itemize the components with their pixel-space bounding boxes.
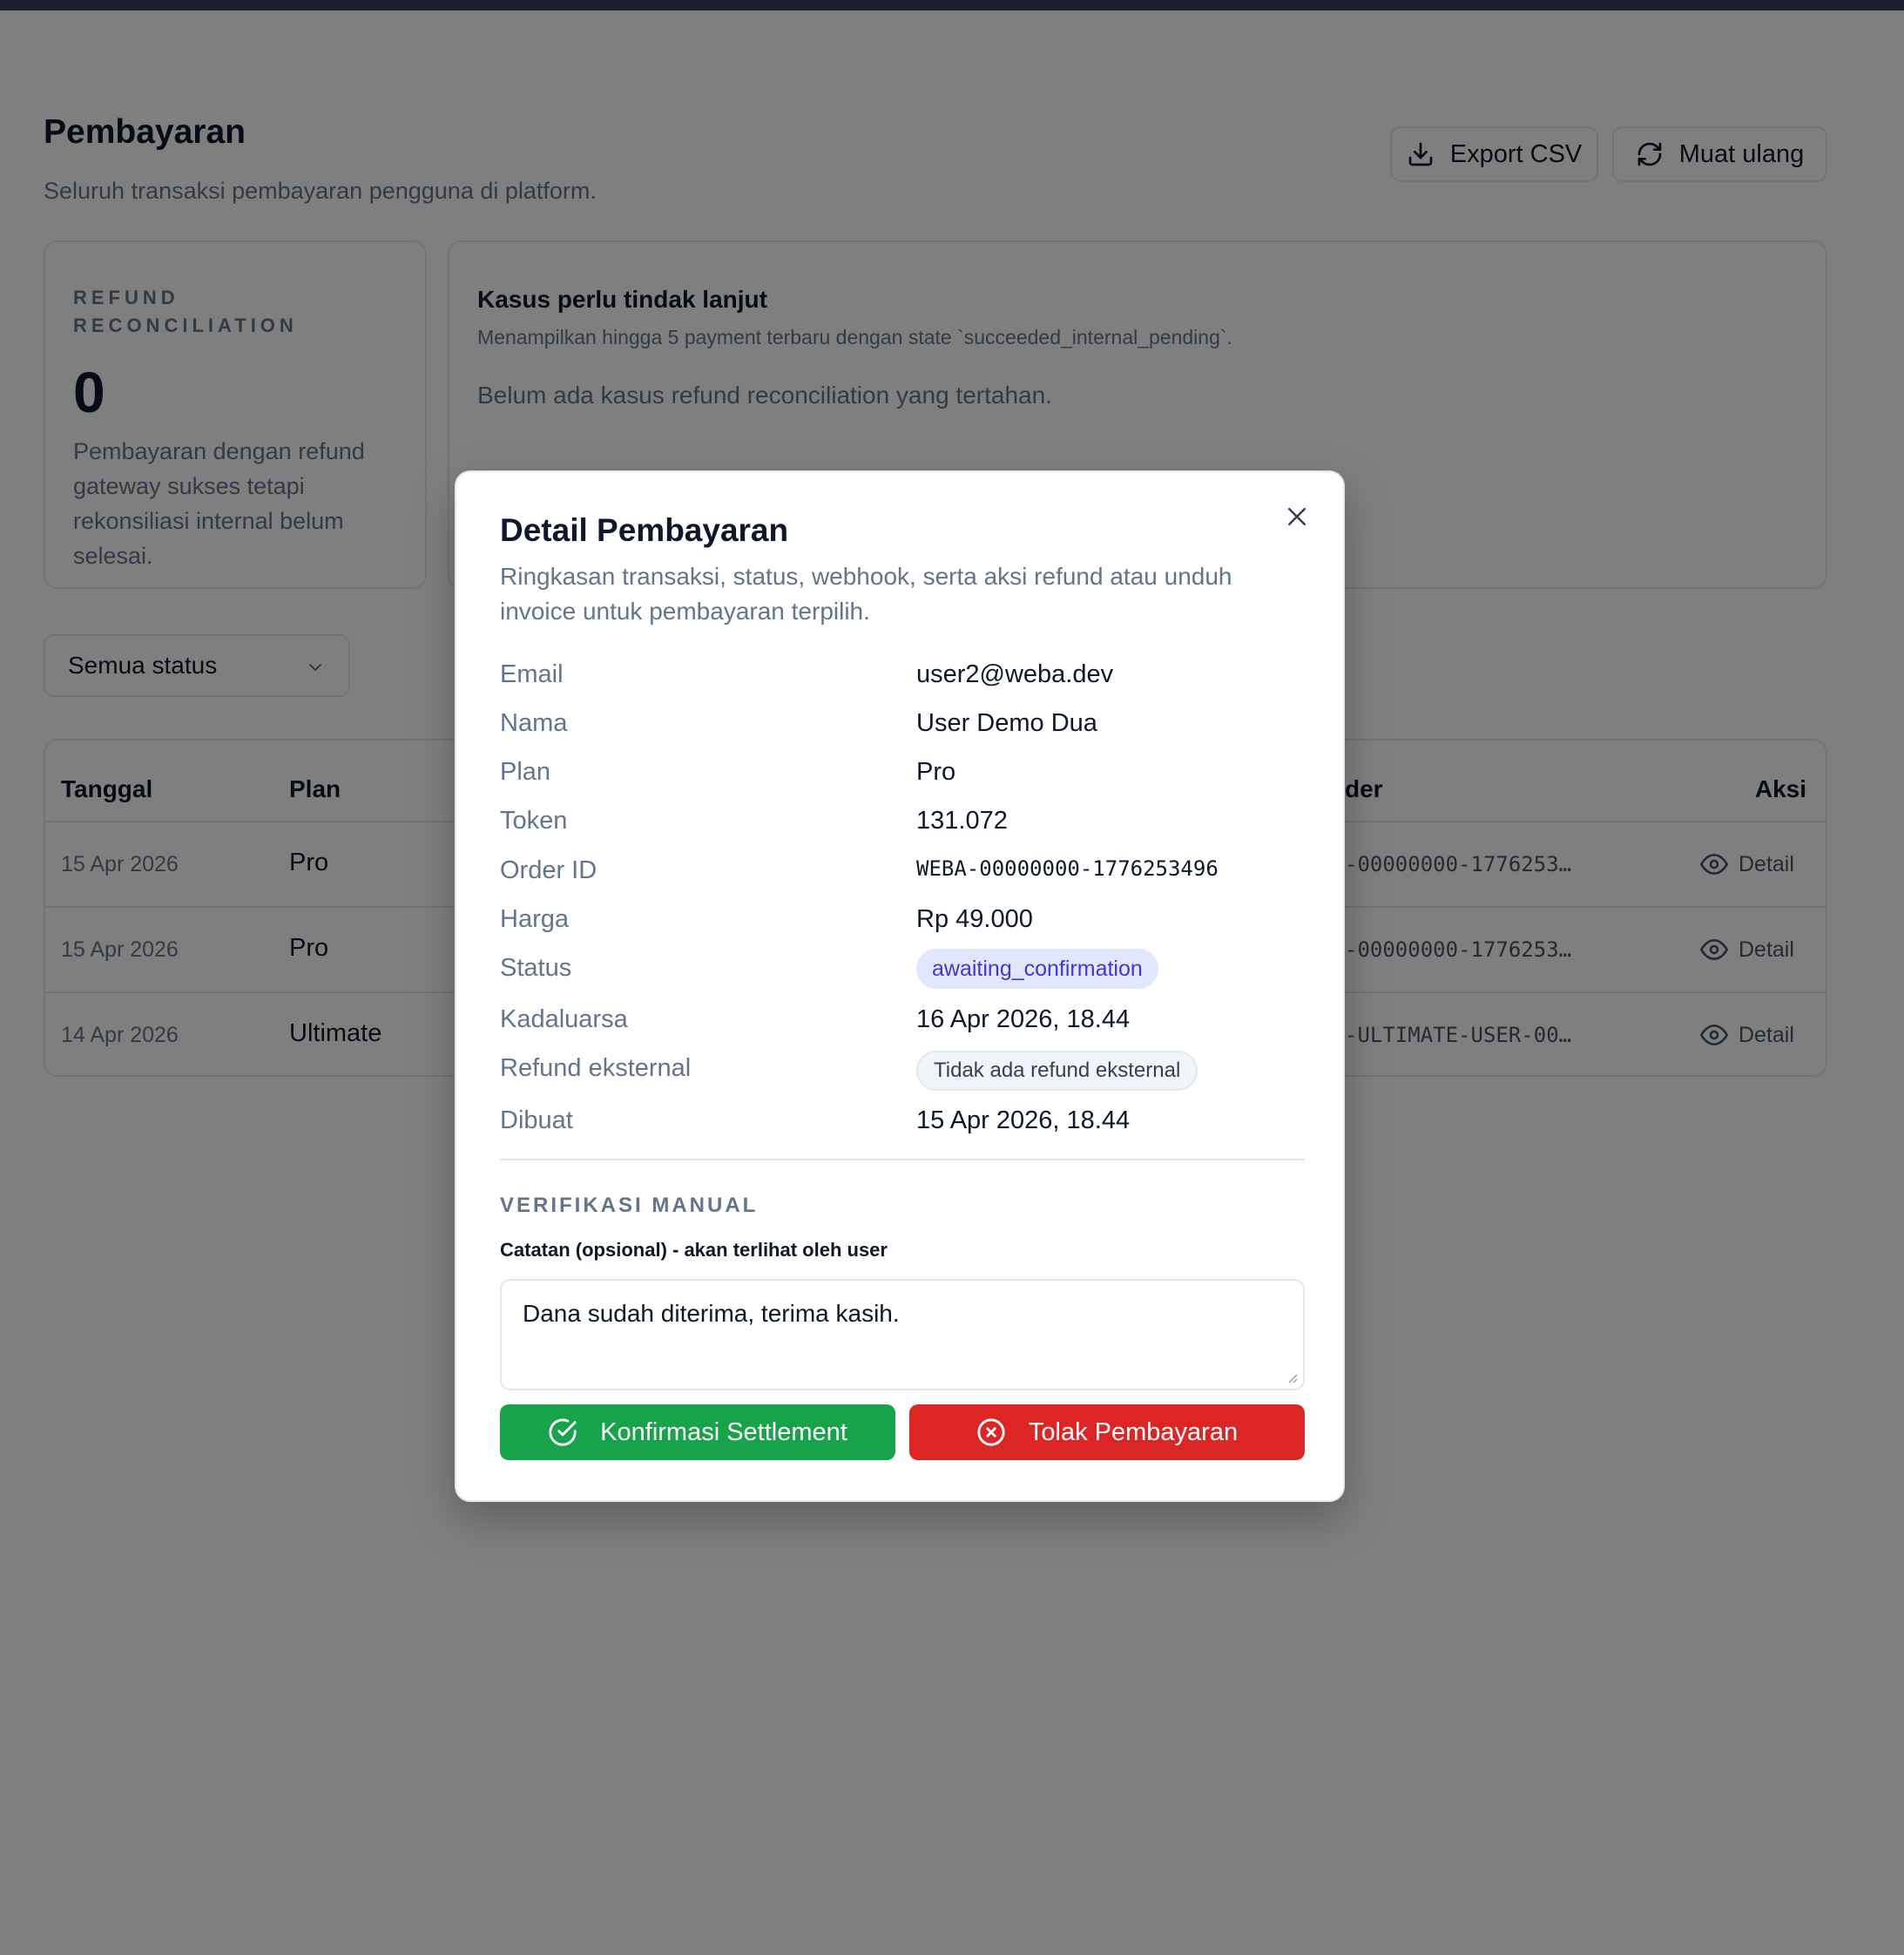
status-badge: awaiting_confirmation — [916, 949, 1158, 989]
email-label: Email — [500, 660, 564, 688]
check-circle-icon — [549, 1418, 577, 1446]
token-value: 131.072 — [916, 807, 1008, 835]
plan-label: Plan — [500, 758, 551, 786]
external-refund-badge: Tidak ada refund eksternal — [916, 1051, 1198, 1091]
order-id-value: WEBA-00000000-1776253496 — [916, 856, 1219, 881]
modal-divider — [500, 1159, 1305, 1160]
price-value: Rp 49.000 — [916, 905, 1033, 933]
x-circle-icon — [977, 1418, 1005, 1446]
close-icon[interactable] — [1284, 504, 1310, 530]
modal-title: Detail Pembayaran — [500, 512, 789, 548]
confirm-settlement-button[interactable]: Konfirmasi Settlement — [500, 1404, 895, 1460]
modal-subtitle: Ringkasan transaksi, status, webhook, se… — [500, 563, 1232, 625]
order-id-label: Order ID — [500, 856, 598, 884]
payment-detail-modal: Detail Pembayaran Ringkasan transaksi, s… — [455, 470, 1345, 1502]
manual-verification-title: VERIFIKASI MANUAL — [500, 1194, 759, 1217]
created-label: Dibuat — [500, 1106, 573, 1134]
status-label: Status — [500, 954, 572, 982]
email-value: user2@weba.dev — [916, 660, 1114, 688]
reject-payment-label: Tolak Pembayaran — [1028, 1417, 1239, 1446]
note-field-label: Catatan (opsional) - akan terlihat oleh … — [500, 1239, 888, 1261]
expiry-label: Kadaluarsa — [500, 1005, 628, 1033]
created-value: 15 Apr 2026, 18.44 — [916, 1106, 1131, 1134]
reject-payment-button[interactable]: Tolak Pembayaran — [909, 1404, 1305, 1460]
plan-value: Pro — [916, 758, 956, 786]
note-textarea[interactable]: Dana sudah diterima, terima kasih. — [500, 1279, 1305, 1390]
name-value: User Demo Dua — [916, 709, 1097, 737]
name-label: Nama — [500, 709, 568, 737]
resize-handle-icon[interactable] — [1286, 1371, 1298, 1383]
token-label: Token — [500, 807, 568, 835]
price-label: Harga — [500, 905, 569, 933]
external-refund-label: Refund eksternal — [500, 1054, 692, 1082]
note-textarea-value: Dana sudah diterima, terima kasih. — [523, 1300, 900, 1327]
confirm-settlement-label: Konfirmasi Settlement — [600, 1417, 847, 1446]
expiry-value: 16 Apr 2026, 18.44 — [916, 1005, 1131, 1033]
